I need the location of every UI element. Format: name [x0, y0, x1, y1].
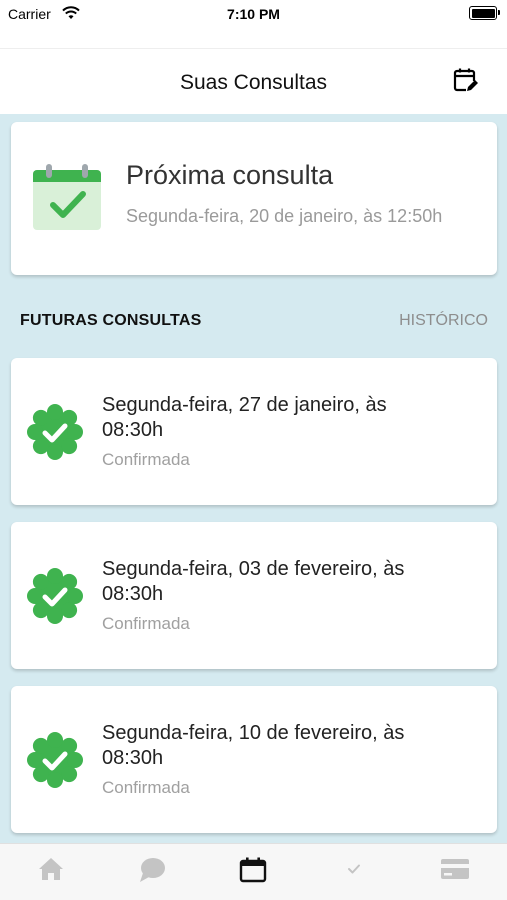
check-icon — [347, 864, 360, 874]
appointment-card[interactable]: Segunda-feira, 10 de fevereiro, às 08:30… — [11, 686, 497, 833]
page-title: Suas Consultas — [179, 71, 328, 94]
next-appointment-title: Próxima consulta — [126, 160, 334, 190]
tab-payment[interactable] — [404, 844, 505, 900]
appointment-status: Confirmada — [102, 778, 190, 797]
status-time: 7:10 PM — [227, 6, 280, 22]
home-icon — [38, 858, 63, 880]
tab-home[interactable] — [0, 844, 101, 900]
verified-check-icon — [27, 732, 83, 788]
tab-chat[interactable] — [101, 844, 202, 900]
verified-check-icon — [27, 568, 83, 624]
appointment-date: Segunda-feira, 03 de fevereiro, às 08:30… — [102, 558, 405, 605]
tab-check[interactable] — [303, 844, 404, 900]
appointment-status: Confirmada — [102, 450, 190, 469]
appointment-status: Confirmada — [102, 614, 190, 633]
appointment-date: Segunda-feira, 10 de fevereiro, às 08:30… — [102, 722, 405, 769]
content-area: Próxima consulta Segunda-feira, 20 de ja… — [0, 114, 507, 843]
calendar-check-icon — [33, 164, 101, 230]
section-header: FUTURAS CONSULTAS HISTÓRICO — [0, 312, 507, 336]
appointment-date: Segunda-feira, 27 de janeiro, às 08:30h — [102, 394, 387, 441]
history-link[interactable]: HISTÓRICO — [399, 312, 488, 330]
chat-icon — [139, 858, 165, 882]
upcoming-section-title: FUTURAS CONSULTAS — [20, 312, 202, 329]
next-appointment-date: Segunda-feira, 20 de janeiro, às 12:50h — [126, 206, 443, 226]
battery-icon — [469, 6, 500, 20]
verified-check-icon — [27, 404, 83, 460]
nav-header: Suas Consultas — [0, 48, 507, 114]
next-appointment-card[interactable]: Próxima consulta Segunda-feira, 20 de ja… — [11, 122, 497, 275]
status-bar: Carrier 7:10 PM — [0, 0, 507, 30]
credit-card-icon — [440, 859, 469, 879]
tab-calendar[interactable] — [202, 844, 303, 900]
appointment-card[interactable]: Segunda-feira, 03 de fevereiro, às 08:30… — [11, 522, 497, 669]
calendar-edit-icon[interactable] — [453, 67, 479, 93]
tab-bar — [0, 843, 507, 900]
calendar-icon — [239, 857, 266, 883]
appointment-card[interactable]: Segunda-feira, 27 de janeiro, às 08:30h … — [11, 358, 497, 505]
